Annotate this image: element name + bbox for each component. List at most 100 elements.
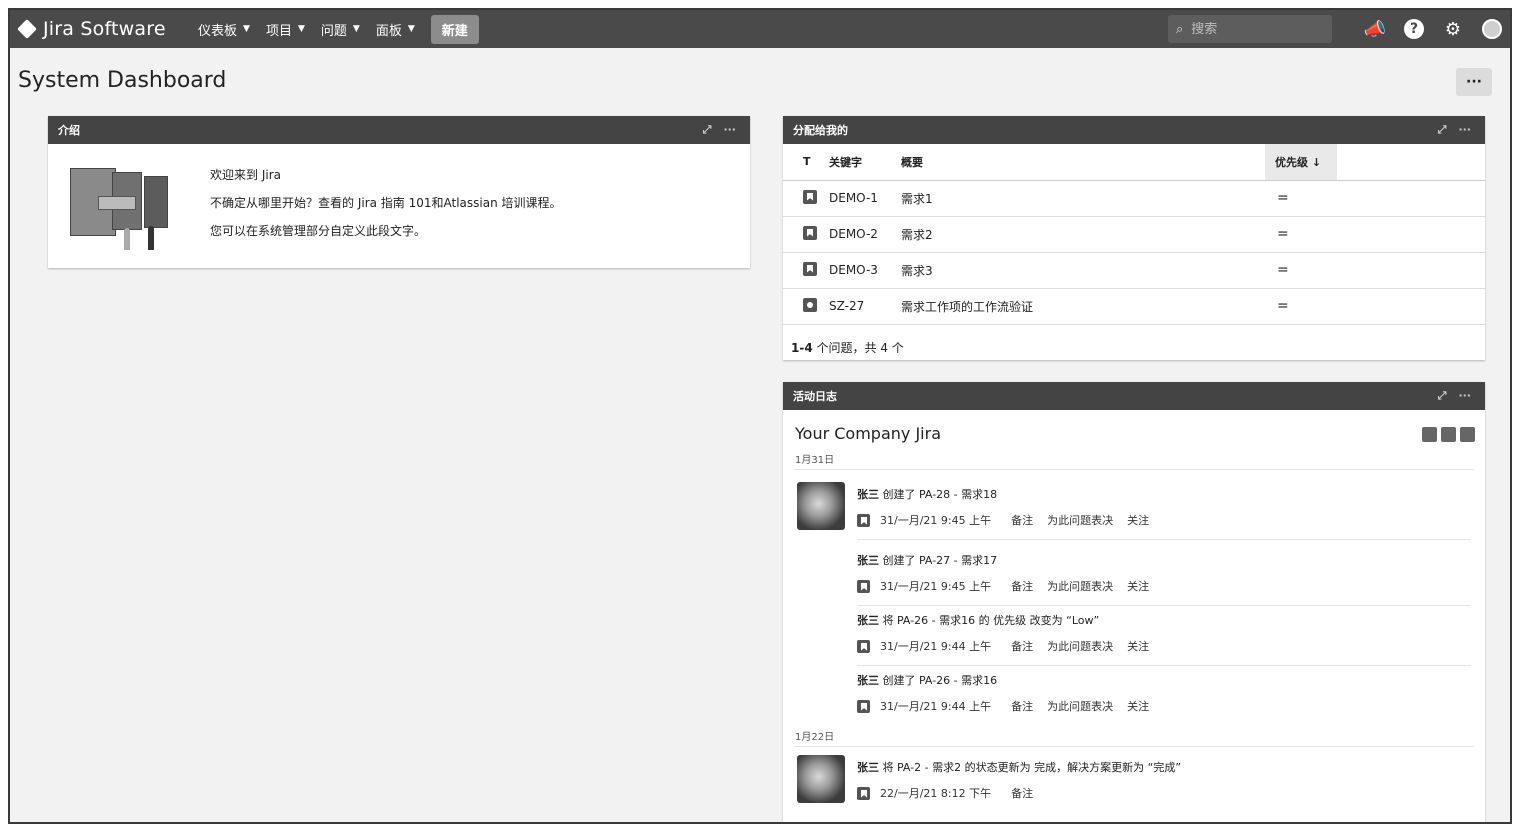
story-icon — [857, 639, 870, 653]
activity-text[interactable]: 将 PA-26 - 需求16 的 优先级 改变为 “Low” — [879, 614, 1099, 627]
type-cell — [783, 216, 829, 253]
story-icon — [857, 513, 870, 527]
column-priority[interactable]: 优先级 ↓ — [1265, 144, 1337, 181]
nav-boards[interactable]: 面板 ▼ — [376, 20, 415, 39]
column-summary[interactable]: 概要 — [901, 144, 1265, 181]
priority-medium-icon: = — [1265, 216, 1337, 253]
jira-logo[interactable]: Jira Software — [17, 18, 198, 40]
watch-link[interactable]: 关注 — [1127, 698, 1149, 714]
profile-icon[interactable] — [1482, 19, 1502, 39]
nav-boards-label: 面板 — [375, 23, 402, 39]
list-view-icon[interactable] — [1441, 427, 1456, 442]
vote-link[interactable]: 为此问题表决 — [1047, 578, 1113, 594]
watch-link[interactable]: 关注 — [1127, 638, 1149, 654]
issue-summary-link[interactable]: 需求2 — [901, 216, 1265, 253]
vote-link[interactable]: 为此问题表决 — [1047, 638, 1113, 654]
issue-summary-link[interactable]: 需求1 — [901, 180, 1265, 217]
vote-link[interactable]: 为此问题表决 — [1047, 512, 1113, 528]
issue-key-link[interactable]: DEMO-3 — [829, 252, 901, 289]
issue-key-link[interactable]: DEMO-1 — [829, 180, 901, 217]
intro-line-welcome: 欢迎来到 Jira — [210, 168, 281, 182]
story-icon — [803, 225, 817, 240]
nav-issues[interactable]: 问题 ▼ — [321, 20, 360, 39]
watch-link[interactable]: 关注 — [1127, 578, 1149, 594]
activity-title: 张三 创建了 PA-28 - 需求18 — [857, 480, 1471, 502]
activity-entry: 张三 创建了 PA-27 - 需求17 31/一月/21 9:45 上午 备注 … — [857, 546, 1471, 606]
issue-key-link[interactable]: SZ-27 — [829, 288, 901, 325]
activity-entry: 张三 将 PA-2 - 需求2 的状态更新为 完成，解决方案更新为 “完成” 2… — [797, 753, 1471, 813]
activity-meta: 31/一月/21 9:45 上午 备注 为此问题表决 关注 — [857, 512, 1471, 528]
comment-link[interactable]: 备注 — [1011, 698, 1033, 714]
user-link[interactable]: 张三 — [857, 614, 879, 627]
comment-link[interactable]: 备注 — [1011, 638, 1033, 654]
footer-count: 个问题，共 4 个 — [812, 340, 904, 355]
issue-summary-link[interactable]: 需求工作项的工作流验证 — [901, 288, 1265, 325]
avatar[interactable] — [797, 755, 845, 803]
more-icon[interactable]: ··· — [1458, 389, 1471, 403]
story-icon — [803, 261, 817, 276]
table-row[interactable]: DEMO-1 需求1 = — [783, 180, 1485, 217]
expand-icon[interactable]: ⤢ — [1438, 123, 1447, 137]
activity-text[interactable]: 创建了 PA-26 - 需求16 — [879, 674, 997, 687]
comment-link[interactable]: 备注 — [1011, 578, 1033, 594]
nav-icons: 📣 ? ⚙ — [1346, 16, 1502, 42]
gadget-title: 介绍 — [58, 124, 80, 137]
table-row[interactable]: DEMO-3 需求3 = — [783, 252, 1485, 289]
jira-window: Jira Software 仪表板 ▼ 项目 ▼ 问题 ▼ 面板 ▼ 新建 ⌕ — [8, 8, 1512, 824]
user-link[interactable]: 张三 — [857, 674, 879, 687]
user-link[interactable]: 张三 — [857, 554, 879, 567]
watch-link[interactable]: 关注 — [1127, 512, 1149, 528]
more-icon[interactable]: ··· — [1458, 123, 1471, 137]
table-row[interactable]: SZ-27 需求工作项的工作流验证 = — [783, 288, 1485, 325]
table-row[interactable]: DEMO-2 需求2 = — [783, 216, 1485, 253]
nav-dashboards[interactable]: 仪表板 ▼ — [198, 20, 250, 39]
vote-link[interactable]: 为此问题表决 — [1047, 698, 1113, 714]
user-link[interactable]: 张三 — [857, 488, 879, 501]
chevron-down-icon: ▼ — [243, 24, 250, 34]
priority-medium-icon: = — [1265, 288, 1337, 325]
search-box[interactable]: ⌕ — [1168, 15, 1332, 43]
column-key[interactable]: 关键字 — [829, 144, 901, 181]
type-cell — [783, 180, 829, 217]
activity-time: 31/一月/21 9:44 上午 — [880, 700, 992, 713]
chevron-down-icon: ▼ — [352, 24, 360, 34]
activity-entry: 张三 将 PA-26 - 需求16 的 优先级 改变为 “Low” 31/一月/… — [857, 606, 1471, 666]
comment-link[interactable]: 备注 — [1011, 512, 1033, 528]
activity-stream-title[interactable]: Your Company Jira — [795, 424, 941, 443]
grid-view-icon[interactable] — [1422, 427, 1437, 442]
type-cell — [783, 252, 829, 289]
intro-illustration — [68, 166, 172, 256]
nav-dashboards-label: 仪表板 — [198, 23, 238, 39]
issue-key-link[interactable]: DEMO-2 — [829, 216, 901, 253]
activity-text[interactable]: 将 PA-2 - 需求2 的状态更新为 完成，解决方案更新为 “完成” — [879, 761, 1181, 774]
activity-text[interactable]: 创建了 PA-27 - 需求17 — [879, 554, 997, 567]
create-button[interactable]: 新建 — [430, 14, 479, 44]
column-type[interactable]: T — [783, 144, 829, 181]
notifications-icon[interactable]: 📣 — [1362, 16, 1388, 42]
search-input[interactable] — [1191, 21, 1312, 37]
activity-view-options — [1418, 427, 1475, 442]
help-icon[interactable]: ? — [1404, 19, 1424, 39]
issue-summary-link[interactable]: 需求3 — [901, 252, 1265, 289]
activity-time: 31/一月/21 9:45 上午 — [880, 514, 992, 527]
nav-projects[interactable]: 项目 ▼ — [266, 20, 305, 39]
more-icon[interactable]: ··· — [723, 123, 736, 137]
user-link[interactable]: 张三 — [857, 761, 879, 774]
row-spacer — [1337, 216, 1485, 253]
chevron-down-icon: ▼ — [407, 24, 415, 34]
avatar[interactable] — [797, 482, 845, 530]
priority-medium-icon: = — [1265, 180, 1337, 217]
more-options-button[interactable]: ··· — [1456, 68, 1492, 96]
gadget-tools: ⤢ ··· — [1426, 389, 1471, 403]
activity-text[interactable]: 创建了 PA-28 - 需求18 — [879, 488, 997, 501]
expand-icon[interactable]: ⤢ — [1438, 389, 1447, 403]
rss-feed-icon[interactable] — [1460, 427, 1475, 442]
chevron-down-icon: ▼ — [297, 24, 305, 34]
top-navigation: Jira Software 仪表板 ▼ 项目 ▼ 问题 ▼ 面板 ▼ 新建 ⌕ — [10, 10, 1510, 48]
settings-icon[interactable]: ⚙ — [1440, 16, 1466, 42]
activity-title: 张三 将 PA-26 - 需求16 的 优先级 改变为 “Low” — [857, 606, 1471, 628]
expand-icon[interactable]: ⤢ — [703, 123, 712, 137]
type-cell — [783, 288, 829, 325]
comment-link[interactable]: 备注 — [1011, 785, 1033, 801]
assigned-footer: 1-4 个问题，共 4 个 — [783, 325, 1485, 370]
